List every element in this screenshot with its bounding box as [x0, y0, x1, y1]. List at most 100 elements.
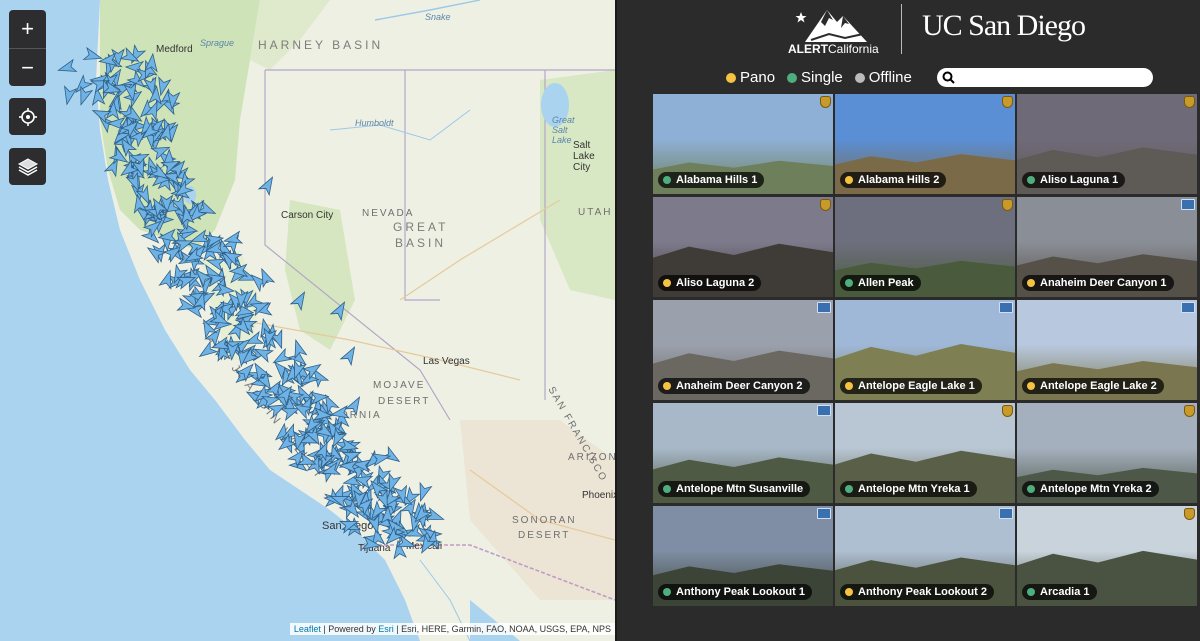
status-dot-icon	[663, 382, 671, 390]
zoom-in-button[interactable]: +	[9, 10, 46, 48]
agency-badge-icon	[1184, 405, 1195, 417]
camera-tile[interactable]: Aliso Laguna 2	[653, 197, 833, 297]
camera-caption: Antelope Mtn Yreka 1	[840, 481, 977, 497]
layers-button[interactable]	[9, 148, 46, 185]
camera-marker[interactable]	[61, 85, 78, 106]
camera-caption: Anthony Peak Lookout 1	[658, 584, 812, 600]
agency-badge-icon	[817, 302, 831, 313]
status-dot-icon	[845, 382, 853, 390]
camera-caption: Arcadia 1	[1022, 584, 1097, 600]
camera-tile[interactable]: Alabama Hills 2	[835, 94, 1015, 194]
status-dot-icon	[1027, 279, 1035, 287]
camera-caption: Antelope Mtn Susanville	[658, 481, 811, 497]
camera-caption: Antelope Eagle Lake 2	[1022, 378, 1164, 394]
camera-caption: Allen Peak	[840, 275, 921, 291]
zoom-control: + −	[9, 10, 46, 86]
camera-name: Alabama Hills 2	[858, 174, 940, 186]
camera-name: Arcadia 1	[1040, 586, 1090, 598]
camera-tile[interactable]: Anaheim Deer Canyon 2	[653, 300, 833, 400]
camera-tile[interactable]: Aliso Laguna 1	[1017, 94, 1197, 194]
legend-single-label: Single	[801, 69, 843, 86]
camera-markers[interactable]	[0, 0, 615, 641]
ucsd-logo: UC San Diego	[922, 9, 1086, 42]
camera-marker[interactable]	[257, 174, 278, 197]
status-dot-icon	[845, 485, 853, 493]
zoom-out-button[interactable]: −	[9, 48, 46, 86]
status-dot-icon	[1027, 176, 1035, 184]
search-input[interactable]	[959, 69, 1153, 86]
search-icon	[942, 71, 955, 84]
camera-caption: Aliso Laguna 2	[658, 275, 762, 291]
leaflet-link[interactable]: Leaflet	[294, 624, 321, 634]
crosshair-icon	[18, 107, 37, 126]
camera-tile[interactable]: Anaheim Deer Canyon 1	[1017, 197, 1197, 297]
status-dot-icon	[663, 485, 671, 493]
camera-name: Anaheim Deer Canyon 1	[1040, 277, 1167, 289]
status-dot-icon	[845, 176, 853, 184]
header: ALERTCalifornia UC San Diego	[617, 0, 1200, 62]
legend-offline[interactable]: Offline	[854, 69, 912, 86]
camera-marker[interactable]	[329, 299, 350, 322]
camera-name: Antelope Mtn Yreka 2	[1040, 483, 1152, 495]
agency-badge-icon	[1002, 405, 1013, 417]
camera-marker[interactable]	[196, 340, 219, 362]
camera-caption: Alabama Hills 1	[658, 172, 765, 188]
camera-tile[interactable]: Arcadia 1	[1017, 506, 1197, 606]
status-dot-icon	[845, 279, 853, 287]
powered-by-text: | Powered by	[323, 624, 376, 634]
camera-name: Anthony Peak Lookout 2	[858, 586, 987, 598]
agency-badge-icon	[1184, 96, 1195, 108]
camera-tile[interactable]: Antelope Eagle Lake 2	[1017, 300, 1197, 400]
camera-tile[interactable]: Allen Peak	[835, 197, 1015, 297]
single-dot-icon	[787, 72, 798, 83]
camera-tile[interactable]: Alabama Hills 1	[653, 94, 833, 194]
legend-offline-label: Offline	[868, 69, 912, 86]
camera-marker[interactable]	[339, 344, 360, 367]
agency-badge-icon	[999, 302, 1013, 313]
camera-name: Antelope Mtn Yreka 1	[858, 483, 970, 495]
pano-dot-icon	[726, 72, 736, 83]
map[interactable]: HARNEY BASIN Medford Sprague Snake Humbo…	[0, 0, 615, 641]
camera-tile[interactable]: Antelope Mtn Yreka 2	[1017, 403, 1197, 503]
agency-badge-icon	[817, 508, 831, 519]
agency-badge-icon	[1181, 302, 1195, 313]
search-box	[937, 68, 1153, 87]
camera-caption: Anaheim Deer Canyon 2	[658, 378, 810, 394]
sources-text: | Esri, HERE, Garmin, FAO, NOAA, USGS, E…	[396, 624, 611, 634]
camera-tile[interactable]: Anthony Peak Lookout 2	[835, 506, 1015, 606]
status-dot-icon	[845, 588, 853, 596]
legend-single[interactable]: Single	[787, 69, 843, 86]
status-dot-icon	[663, 176, 671, 184]
agency-badge-icon	[999, 508, 1013, 519]
camera-tile[interactable]: Antelope Mtn Yreka 1	[835, 403, 1015, 503]
camera-panel: ALERTCalifornia UC San Diego Pano Single…	[615, 0, 1200, 641]
agency-badge-icon	[820, 96, 831, 108]
camera-caption: Aliso Laguna 1	[1022, 172, 1126, 188]
camera-marker[interactable]	[57, 58, 78, 76]
camera-marker[interactable]	[289, 289, 310, 312]
camera-name: Anthony Peak Lookout 1	[676, 586, 805, 598]
camera-tile[interactable]: Anthony Peak Lookout 1	[653, 506, 833, 606]
esri-link[interactable]: Esri	[378, 624, 394, 634]
status-dot-icon	[1027, 382, 1035, 390]
agency-badge-icon	[817, 405, 831, 416]
camera-name: Alabama Hills 1	[676, 174, 758, 186]
legend-pano-label: Pano	[740, 69, 776, 86]
legend-pano[interactable]: Pano	[726, 69, 775, 86]
agency-badge-icon	[1184, 508, 1195, 520]
agency-badge-icon	[1002, 96, 1013, 108]
alertcalifornia-wordmark: ALERTCalifornia	[788, 42, 879, 56]
camera-name: Aliso Laguna 2	[676, 277, 755, 289]
camera-tile[interactable]: Antelope Eagle Lake 1	[835, 300, 1015, 400]
agency-badge-icon	[820, 199, 831, 211]
camera-tile[interactable]: Antelope Mtn Susanville	[653, 403, 833, 503]
locate-button[interactable]	[9, 98, 46, 135]
camera-marker[interactable]	[415, 481, 433, 503]
camera-name: Anaheim Deer Canyon 2	[676, 380, 803, 392]
camera-marker[interactable]	[344, 394, 365, 417]
status-dot-icon	[663, 279, 671, 287]
status-legend: Pano Single Offline	[726, 69, 912, 86]
camera-name: Allen Peak	[858, 277, 914, 289]
offline-dot-icon	[854, 72, 865, 83]
agency-badge-icon	[1002, 199, 1013, 211]
